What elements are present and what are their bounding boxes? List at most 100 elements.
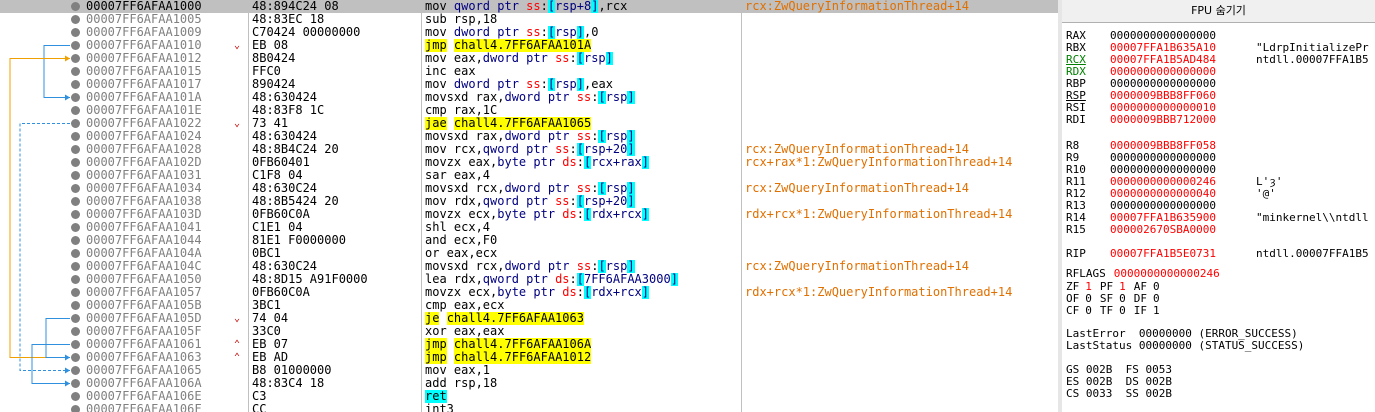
breakpoint-dot[interactable] <box>71 301 80 310</box>
instruction-bytes: EB 07 <box>252 338 289 351</box>
breakpoint-dot[interactable] <box>71 184 80 193</box>
disasm-row[interactable]: 00007FF6AFAA1024 48:630424 movsxd rax,dwor… <box>0 130 1058 143</box>
breakpoint-dot[interactable] <box>71 262 80 271</box>
breakpoint-dot[interactable] <box>71 106 80 115</box>
breakpoint-dot[interactable] <box>71 210 80 219</box>
disasm-row[interactable]: 00007FF6AFAA1010 ⌄ EB 08 jmp chall4.7FF6AFA… <box>0 39 1058 52</box>
disasm-row[interactable]: 00007FF6AFAA102D 0FB60401 movzx eax,byte p… <box>0 156 1058 169</box>
instruction-address: 00007FF6AFAA101E <box>86 104 202 117</box>
disasm-row[interactable]: 00007FF6AFAA1017 890424 mov dword ptr ss:[… <box>0 78 1058 91</box>
disasm-row[interactable]: 00007FF6AFAA1000 48:894C24 08 mov qword pt… <box>0 0 1058 13</box>
register-value[interactable]: 000002670SBA0000 <box>1110 224 1216 236</box>
disasm-row[interactable]: 00007FF6AFAA1063 ⌃ EB AD jmp chall4.7FF6AFA… <box>0 351 1058 364</box>
disasm-row[interactable]: 00007FF6AFAA101A 48:630424 movsxd rax,dwor… <box>0 91 1058 104</box>
disasm-row[interactable]: 00007FF6AFAA1015 FFC0 inc eax <box>0 65 1058 78</box>
instruction-text: mov rdx,qword ptr ss:[rsp+20] <box>425 195 635 208</box>
breakpoint-dot[interactable] <box>71 314 80 323</box>
disasm-row[interactable]: 00007FF6AFAA1050 48:8D15 A91F0000 lea rdx,… <box>0 273 1058 286</box>
instruction-text: je chall4.7FF6AFAA1063 <box>425 312 584 325</box>
disasm-row[interactable]: 00007FF6AFAA101E 48:83F8 1C cmp rax,1C <box>0 104 1058 117</box>
disasm-row[interactable]: 00007FF6AFAA105B 3BC1 cmp eax,ecx <box>0 299 1058 312</box>
breakpoint-dot[interactable] <box>71 249 80 258</box>
instruction-text: mov dword ptr ss:[rsp],0 <box>425 26 599 39</box>
disasm-row[interactable]: 00007FF6AFAA1038 48:8B5424 20 mov rdx,qwor… <box>0 195 1058 208</box>
flag-value[interactable]: 0 <box>1085 304 1092 317</box>
disasm-row[interactable]: 00007FF6AFAA1061 ⌃ EB 07 jmp chall4.7FF6AFA… <box>0 338 1058 351</box>
disasm-row[interactable]: 00007FF6AFAA1044 81E1 F0000000 and ecx,F0 <box>0 234 1058 247</box>
disasm-row[interactable]: 00007FF6AFAA105F 33C0 xor eax,eax <box>0 325 1058 338</box>
column-separator <box>248 0 249 412</box>
instruction-comment <box>745 325 1055 338</box>
instruction-address: 00007FF6AFAA1065 <box>86 364 202 377</box>
disasm-row[interactable]: 00007FF6AFAA1057 0FB60C0A movzx ecx,byte p… <box>0 286 1058 299</box>
disasm-row[interactable]: 00007FF6AFAA106A 48:83C4 18 add rsp,18 <box>0 377 1058 390</box>
disasm-row[interactable]: 00007FF6AFAA104C 48:630C24 movsxd rcx,dwor… <box>0 260 1058 273</box>
disasm-row[interactable]: 00007FF6AFAA103D 0FB60C0A movzx ecx,byte p… <box>0 208 1058 221</box>
breakpoint-dot[interactable] <box>71 275 80 284</box>
breakpoint-dot[interactable] <box>71 197 80 206</box>
disassembly-view[interactable]: 00007FF6AFAA1000 48:894C24 08 mov qword pt… <box>0 0 1058 412</box>
instruction-bytes: 48:83C4 18 <box>252 377 325 390</box>
breakpoint-dot[interactable] <box>71 145 80 154</box>
disasm-row[interactable]: 00007FF6AFAA104A 0BC1 or eax,ecx <box>0 247 1058 260</box>
breakpoint-dot[interactable] <box>71 392 80 401</box>
breakpoint-dot[interactable] <box>71 158 80 167</box>
instruction-text: int3 <box>425 403 454 412</box>
disasm-row[interactable]: 00007FF6AFAA1012 8B0424 mov eax,dword ptr … <box>0 52 1058 65</box>
breakpoint-dot[interactable] <box>71 15 80 24</box>
rflags-value[interactable]: 0000000000000246 <box>1114 267 1220 280</box>
breakpoint-dot[interactable] <box>71 340 80 349</box>
instruction-text: movzx ecx,byte ptr ds:[rdx+rcx] <box>425 208 650 221</box>
breakpoint-dot[interactable] <box>71 132 80 141</box>
disasm-row[interactable]: 00007FF6AFAA1031 C1F8 04 sar eax,4 <box>0 169 1058 182</box>
disasm-row[interactable]: 00007FF6AFAA1022 ⌄ 73 41 jae chall4.7FF6AFA… <box>0 117 1058 130</box>
disasm-row[interactable]: 00007FF6AFAA1005 48:83EC 18 sub rsp,18 <box>0 13 1058 26</box>
instruction-text: mov dword ptr ss:[rsp],eax <box>425 78 613 91</box>
rflags-row[interactable]: RFLAGS 0000000000000246 <box>1066 268 1220 280</box>
breakpoint-dot[interactable] <box>71 223 80 232</box>
disasm-row[interactable]: 00007FF6AFAA105D ⌄ 74 04 je chall4.7FF6AFAA… <box>0 312 1058 325</box>
breakpoint-dot[interactable] <box>71 171 80 180</box>
breakpoint-dot[interactable] <box>71 80 80 89</box>
breakpoint-dot[interactable] <box>71 353 80 362</box>
instruction-bytes: 0FB60401 <box>252 156 310 169</box>
breakpoint-dot[interactable] <box>71 366 80 375</box>
disasm-row[interactable]: 00007FF6AFAA106E C3 ret <box>0 390 1058 403</box>
instruction-text: mov rcx,qword ptr ss:[rsp+20] <box>425 143 635 156</box>
disasm-row[interactable]: 00007FF6AFAA1041 C1E1 04 shl ecx,4 <box>0 221 1058 234</box>
register-value[interactable]: 0000009BBB712000 <box>1110 114 1216 126</box>
flag-value[interactable]: 1 <box>1153 304 1160 317</box>
register-value[interactable]: 00007FFA1B5E0731 <box>1110 248 1216 260</box>
instruction-bytes: 8B0424 <box>252 52 296 65</box>
disasm-row[interactable]: 00007FF6AFAA1065 B8 01000000 mov eax,1 <box>0 364 1058 377</box>
breakpoint-dot[interactable] <box>71 28 80 37</box>
instruction-comment <box>745 26 1055 39</box>
breakpoint-dot[interactable] <box>71 327 80 336</box>
instruction-address: 00007FF6AFAA105B <box>86 299 202 312</box>
flag-value[interactable]: 0 <box>1119 304 1126 317</box>
disasm-row[interactable]: 00007FF6AFAA106F CC int3 <box>0 403 1058 412</box>
breakpoint-dot[interactable] <box>71 119 80 128</box>
breakpoint-dot[interactable] <box>71 405 80 412</box>
instruction-address: 00007FF6AFAA1005 <box>86 13 202 26</box>
instruction-text: jmp chall4.7FF6AFAA106A <box>425 338 592 351</box>
instruction-bytes: 48:8B5424 20 <box>252 195 339 208</box>
disasm-row[interactable]: 00007FF6AFAA1009 C70424 00000000 mov dword… <box>0 26 1058 39</box>
segment-registers-row: CS 0033 SS 002B <box>1066 387 1172 400</box>
instruction-address: 00007FF6AFAA102D <box>86 156 202 169</box>
breakpoint-dot[interactable] <box>71 379 80 388</box>
fpu-toggle-button[interactable]: FPU 숨기기 <box>1062 0 1375 23</box>
breakpoint-dot[interactable] <box>71 67 80 76</box>
register-name: RIP <box>1066 247 1086 260</box>
breakpoint-dot[interactable] <box>71 41 80 50</box>
breakpoint-dot[interactable] <box>71 54 80 63</box>
instruction-bytes: 48:630C24 <box>252 260 318 273</box>
breakpoint-dot[interactable] <box>71 93 80 102</box>
breakpoint-dot[interactable] <box>71 288 80 297</box>
disasm-row[interactable]: 00007FF6AFAA1028 48:8B4C24 20 mov rcx,qwor… <box>0 143 1058 156</box>
breakpoint-dot[interactable] <box>71 2 80 11</box>
disasm-row[interactable]: 00007FF6AFAA1034 48:630C24 movsxd rcx,dwor… <box>0 182 1058 195</box>
instruction-text: movzx ecx,byte ptr ds:[rdx+rcx] <box>425 286 650 299</box>
breakpoint-dot[interactable] <box>71 236 80 245</box>
instruction-text: mov eax,1 <box>425 364 491 377</box>
